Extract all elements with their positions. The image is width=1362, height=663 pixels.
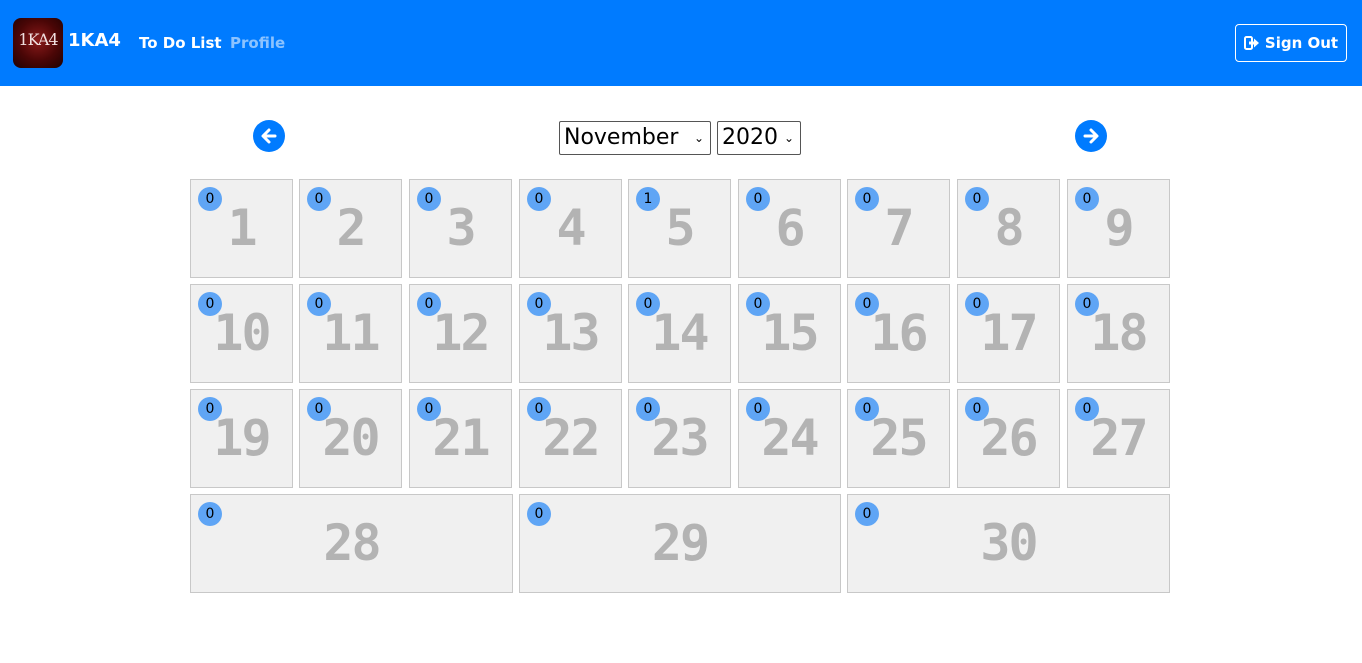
day-number: 30 bbox=[980, 514, 1038, 572]
task-count-badge: 0 bbox=[527, 397, 551, 421]
task-count-badge: 1 bbox=[636, 187, 660, 211]
month-select-value: November bbox=[564, 125, 679, 150]
task-count-badge: 0 bbox=[855, 502, 879, 526]
calendar-day-29[interactable]: 29 0 bbox=[519, 494, 841, 593]
calendar-day-11[interactable]: 11 0 bbox=[299, 284, 402, 383]
task-count-badge: 0 bbox=[417, 397, 441, 421]
calendar-day-8[interactable]: 80 bbox=[957, 179, 1060, 278]
calendar-day-19[interactable]: 19 0 bbox=[190, 389, 293, 488]
task-count-badge: 0 bbox=[417, 292, 441, 316]
calendar-day-9[interactable]: 90 bbox=[1067, 179, 1170, 278]
logo-text: 1KA4 bbox=[18, 30, 58, 49]
chevron-down-icon: ⌄ bbox=[693, 131, 704, 145]
calendar-day-13[interactable]: 13 0 bbox=[519, 284, 622, 383]
task-count-badge: 0 bbox=[1075, 397, 1099, 421]
calendar-day-10[interactable]: 10 0 bbox=[190, 284, 293, 383]
task-count-badge: 0 bbox=[1075, 187, 1099, 211]
day-number: 28 bbox=[323, 514, 381, 572]
calendar-day-6[interactable]: 60 bbox=[738, 179, 841, 278]
calendar-day-18[interactable]: 18 0 bbox=[1067, 284, 1170, 383]
task-count-badge: 0 bbox=[307, 292, 331, 316]
year-select[interactable]: 2020 ⌄ bbox=[717, 121, 801, 155]
task-count-badge: 0 bbox=[198, 292, 222, 316]
calendar-day-23[interactable]: 23 0 bbox=[628, 389, 731, 488]
calendar-day-21[interactable]: 21 0 bbox=[409, 389, 512, 488]
calendar-day-3[interactable]: 30 bbox=[409, 179, 512, 278]
calendar-day-7[interactable]: 70 bbox=[847, 179, 950, 278]
task-count-badge: 0 bbox=[307, 397, 331, 421]
task-count-badge: 0 bbox=[307, 187, 331, 211]
navbar: 1KA4 1KA4 To Do List Profile Sign Out bbox=[0, 0, 1362, 86]
calendar-day-24[interactable]: 24 0 bbox=[738, 389, 841, 488]
task-count-badge: 0 bbox=[417, 187, 441, 211]
calendar-day-25[interactable]: 25 0 bbox=[847, 389, 950, 488]
logo[interactable]: 1KA4 bbox=[13, 18, 63, 68]
calendar-day-30[interactable]: 30 0 bbox=[847, 494, 1170, 593]
calendar-day-22[interactable]: 22 0 bbox=[519, 389, 622, 488]
arrow-left-icon bbox=[261, 128, 277, 144]
brand-name[interactable]: 1KA4 bbox=[68, 30, 121, 52]
task-count-badge: 0 bbox=[1075, 292, 1099, 316]
task-count-badge: 0 bbox=[855, 292, 879, 316]
nav-link-todo[interactable]: To Do List bbox=[139, 33, 222, 53]
calendar-day-12[interactable]: 12 0 bbox=[409, 284, 512, 383]
task-count-badge: 0 bbox=[855, 397, 879, 421]
task-count-badge: 0 bbox=[746, 397, 770, 421]
chevron-down-icon: ⌄ bbox=[783, 131, 794, 145]
sign-out-button[interactable]: Sign Out bbox=[1235, 24, 1347, 62]
calendar-day-27[interactable]: 27 0 bbox=[1067, 389, 1170, 488]
task-count-badge: 0 bbox=[746, 292, 770, 316]
calendar-day-15[interactable]: 15 0 bbox=[738, 284, 841, 383]
calendar-day-26[interactable]: 26 0 bbox=[957, 389, 1060, 488]
calendar-day-5[interactable]: 51 bbox=[628, 179, 731, 278]
nav-link-profile[interactable]: Profile bbox=[230, 33, 285, 53]
task-count-badge: 0 bbox=[636, 397, 660, 421]
calendar-day-16[interactable]: 16 0 bbox=[847, 284, 950, 383]
task-count-badge: 0 bbox=[198, 502, 222, 526]
calendar-day-2[interactable]: 20 bbox=[299, 179, 402, 278]
sign-out-icon bbox=[1243, 36, 1259, 50]
task-count-badge: 0 bbox=[855, 187, 879, 211]
calendar-day-28[interactable]: 28 0 bbox=[190, 494, 513, 593]
month-select[interactable]: November ⌄ bbox=[559, 121, 711, 155]
previous-month-button[interactable] bbox=[253, 120, 285, 152]
task-count-badge: 0 bbox=[527, 187, 551, 211]
calendar-day-1[interactable]: 10 bbox=[190, 179, 293, 278]
arrow-right-icon bbox=[1083, 128, 1099, 144]
task-count-badge: 0 bbox=[965, 397, 989, 421]
task-count-badge: 0 bbox=[198, 187, 222, 211]
task-count-badge: 0 bbox=[636, 292, 660, 316]
year-select-value: 2020 bbox=[722, 125, 778, 150]
task-count-badge: 0 bbox=[527, 502, 551, 526]
task-count-badge: 0 bbox=[965, 292, 989, 316]
calendar-day-14[interactable]: 14 0 bbox=[628, 284, 731, 383]
day-number: 29 bbox=[651, 514, 710, 572]
next-month-button[interactable] bbox=[1075, 120, 1107, 152]
sign-out-label: Sign Out bbox=[1264, 34, 1339, 52]
task-count-badge: 0 bbox=[527, 292, 551, 316]
task-count-badge: 0 bbox=[746, 187, 770, 211]
calendar-day-17[interactable]: 17 0 bbox=[957, 284, 1060, 383]
task-count-badge: 0 bbox=[965, 187, 989, 211]
calendar-day-4[interactable]: 40 bbox=[519, 179, 622, 278]
calendar-day-20[interactable]: 20 0 bbox=[299, 389, 402, 488]
task-count-badge: 0 bbox=[198, 397, 222, 421]
